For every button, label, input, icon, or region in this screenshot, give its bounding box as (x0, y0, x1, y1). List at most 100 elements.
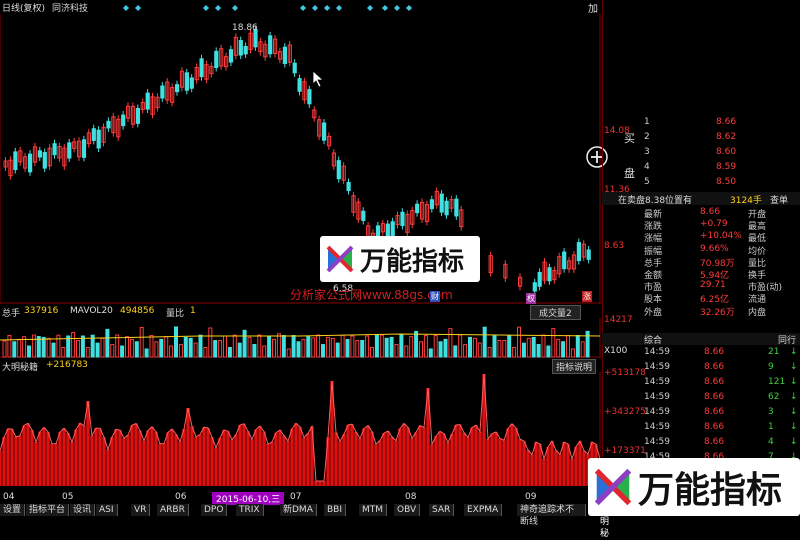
candle (547, 267, 552, 282)
indicator-tab[interactable]: ASI (96, 504, 118, 516)
volume-bar (120, 345, 125, 358)
volume-bar (551, 328, 556, 358)
indicator-tab[interactable]: 指标平台 (26, 504, 70, 516)
tick-price: 8.66 (704, 362, 725, 372)
volume-bar (232, 334, 237, 358)
candle (121, 114, 126, 127)
indicator-chart[interactable] (0, 372, 602, 490)
volume-bar (272, 338, 276, 358)
price-chart[interactable] (0, 14, 602, 304)
candle (429, 199, 434, 210)
candle (52, 143, 57, 156)
volume-bar (17, 338, 22, 358)
indicator-tab[interactable]: BBI (324, 504, 347, 516)
volume-bar (512, 346, 517, 358)
indicator-tab[interactable]: 设置 (0, 504, 26, 516)
candle (184, 72, 190, 91)
volume-bar (477, 342, 482, 358)
volume-bar (394, 343, 399, 358)
indicator-tab[interactable]: TRIX (236, 504, 264, 516)
tick-volume: 1 (768, 422, 774, 432)
candle (336, 160, 341, 180)
candle (42, 152, 47, 169)
indicator-tab[interactable]: 神奇追踪术不断线 (517, 504, 586, 527)
volume-bar (335, 342, 340, 358)
indicator-tab[interactable]: 新DMA (280, 504, 317, 516)
candle (415, 203, 420, 214)
volume-bar (330, 337, 335, 358)
ticks-tab-peers[interactable]: 同行 (778, 333, 796, 346)
tick-price: 8.66 (704, 437, 725, 447)
tick-volume: 121 (768, 377, 786, 387)
volume-bar (188, 337, 193, 358)
event-marker-quan[interactable]: 权 (526, 293, 536, 304)
volume-bar (316, 334, 321, 358)
quote-value: +10.04% (700, 231, 742, 242)
volume-bar (71, 332, 76, 358)
volume-bar (370, 346, 374, 358)
indicator-header: 大明秘籍 +216783 指标说明 (0, 359, 602, 374)
volume-bar (203, 347, 208, 358)
order-book-level: 5 (644, 177, 650, 187)
bottom-bar: 04 05 06 2015-06-10,三 07 08 09 设置 指标平台 设讯 A… (0, 492, 614, 539)
candle (439, 193, 444, 213)
volume-bar (384, 337, 389, 358)
total-value: 337916 (24, 306, 59, 316)
volume-bar (296, 341, 301, 358)
volume-bar (144, 348, 149, 358)
volume-bar (419, 341, 423, 358)
event-marker-cai[interactable]: 财 (430, 291, 440, 302)
brand-logo-icon (326, 245, 354, 273)
indicator-tab[interactable]: OBV (394, 504, 421, 516)
volume-bar (154, 341, 159, 358)
indicator-tab[interactable]: DPO (201, 504, 228, 516)
volume-bar (438, 341, 443, 358)
date-label-07: 07 (290, 492, 302, 502)
volume-bar (61, 346, 66, 358)
order-book-price: 8.59 (716, 162, 737, 172)
candle (400, 211, 405, 226)
brand-watermark-center: 万能指标 (320, 236, 480, 282)
event-markers (123, 5, 412, 11)
tick-price: 8.66 (704, 392, 725, 402)
indicator-tab[interactable]: EXPMA (464, 504, 503, 516)
volume-bar (105, 328, 110, 358)
tick-down-arrow-icon: ↓ (790, 362, 798, 372)
tick-price: 8.66 (704, 407, 725, 417)
order-status-bar: 在卖盘8.38位置有 3124手 查单 (602, 192, 800, 206)
order-book-price: 8.66 (716, 117, 737, 127)
tick-down-arrow-icon: ↓ (790, 437, 798, 447)
volume-bar (561, 341, 566, 358)
indicator-tab[interactable]: SAR (429, 504, 455, 516)
volume-bar (321, 344, 325, 358)
period-label[interactable]: 日线(复权) (2, 1, 45, 14)
volume-bar (281, 335, 286, 358)
tick-time: 14:59 (644, 392, 670, 402)
indicator-tab[interactable]: VR (131, 504, 151, 516)
order-book-side-label: 盘 (624, 167, 635, 180)
candle (106, 120, 111, 129)
volume-bar (51, 342, 56, 358)
candle (444, 200, 449, 216)
brand-watermark-text: 万能指标 (360, 246, 465, 277)
indicator-tab[interactable]: MTM (359, 504, 388, 516)
candle (135, 107, 141, 124)
tick-volume: 9 (768, 362, 774, 372)
indicator-tab[interactable]: 设讯 (70, 504, 96, 516)
tick-down-arrow-icon: ↓ (790, 347, 798, 357)
ticks-tab-summary[interactable]: 综合 (644, 333, 662, 346)
volume-bar (227, 346, 232, 358)
quote-value: 6.25亿 (700, 295, 730, 306)
order-book-buy-label: 买 (624, 132, 635, 145)
volume-bar (433, 335, 438, 358)
volume-bar (218, 340, 223, 358)
indicator-tab[interactable]: ARBR (157, 504, 189, 516)
volume-bar (247, 336, 252, 358)
volume-bar (521, 342, 526, 358)
volume-chart[interactable] (0, 318, 602, 358)
volume-bar (252, 344, 257, 358)
volume-bar (27, 345, 31, 358)
volume-bar (213, 340, 218, 358)
right-label: 加 (588, 4, 598, 15)
event-marker-zhang[interactable]: 涨 (582, 291, 592, 302)
